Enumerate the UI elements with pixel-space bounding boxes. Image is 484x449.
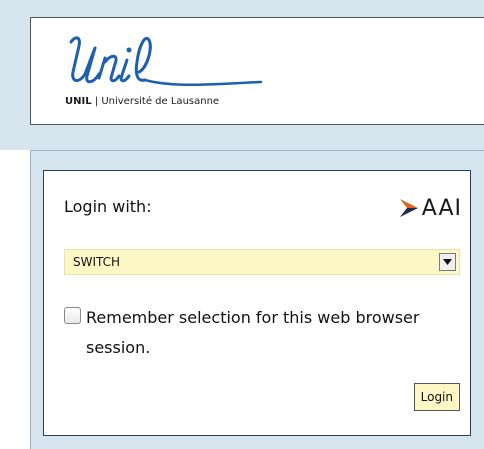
remember-selection-checkbox[interactable] xyxy=(64,307,81,324)
unil-logo-text: UNIL | Université de Lausanne xyxy=(65,96,219,107)
aai-logo: AAI xyxy=(398,193,462,223)
remember-selection-label: Remember selection for this web browser … xyxy=(86,308,420,357)
logo-university: Université de Lausanne xyxy=(101,96,220,107)
login-with-heading: Login with: xyxy=(64,197,152,216)
dropdown-triangle-icon xyxy=(443,259,452,265)
unil-logo-icon xyxy=(69,36,263,87)
page: UNIL | Université de Lausanne Login with… xyxy=(0,0,484,449)
login-button[interactable]: Login xyxy=(413,383,460,411)
provider-select[interactable]: SWITCH xyxy=(64,249,460,275)
login-box: Login with: AAI SWITCH Remember selectio… xyxy=(43,170,471,436)
unil-logo-box: UNIL | Université de Lausanne xyxy=(30,17,484,125)
logo-brand: UNIL xyxy=(65,96,92,107)
dropdown-arrow-icon[interactable] xyxy=(439,253,456,271)
provider-select-value: SWITCH xyxy=(73,255,121,269)
logo-separator: | xyxy=(91,96,102,107)
aai-arrow-icon xyxy=(399,199,418,217)
aai-logo-text: AAI xyxy=(421,195,462,221)
